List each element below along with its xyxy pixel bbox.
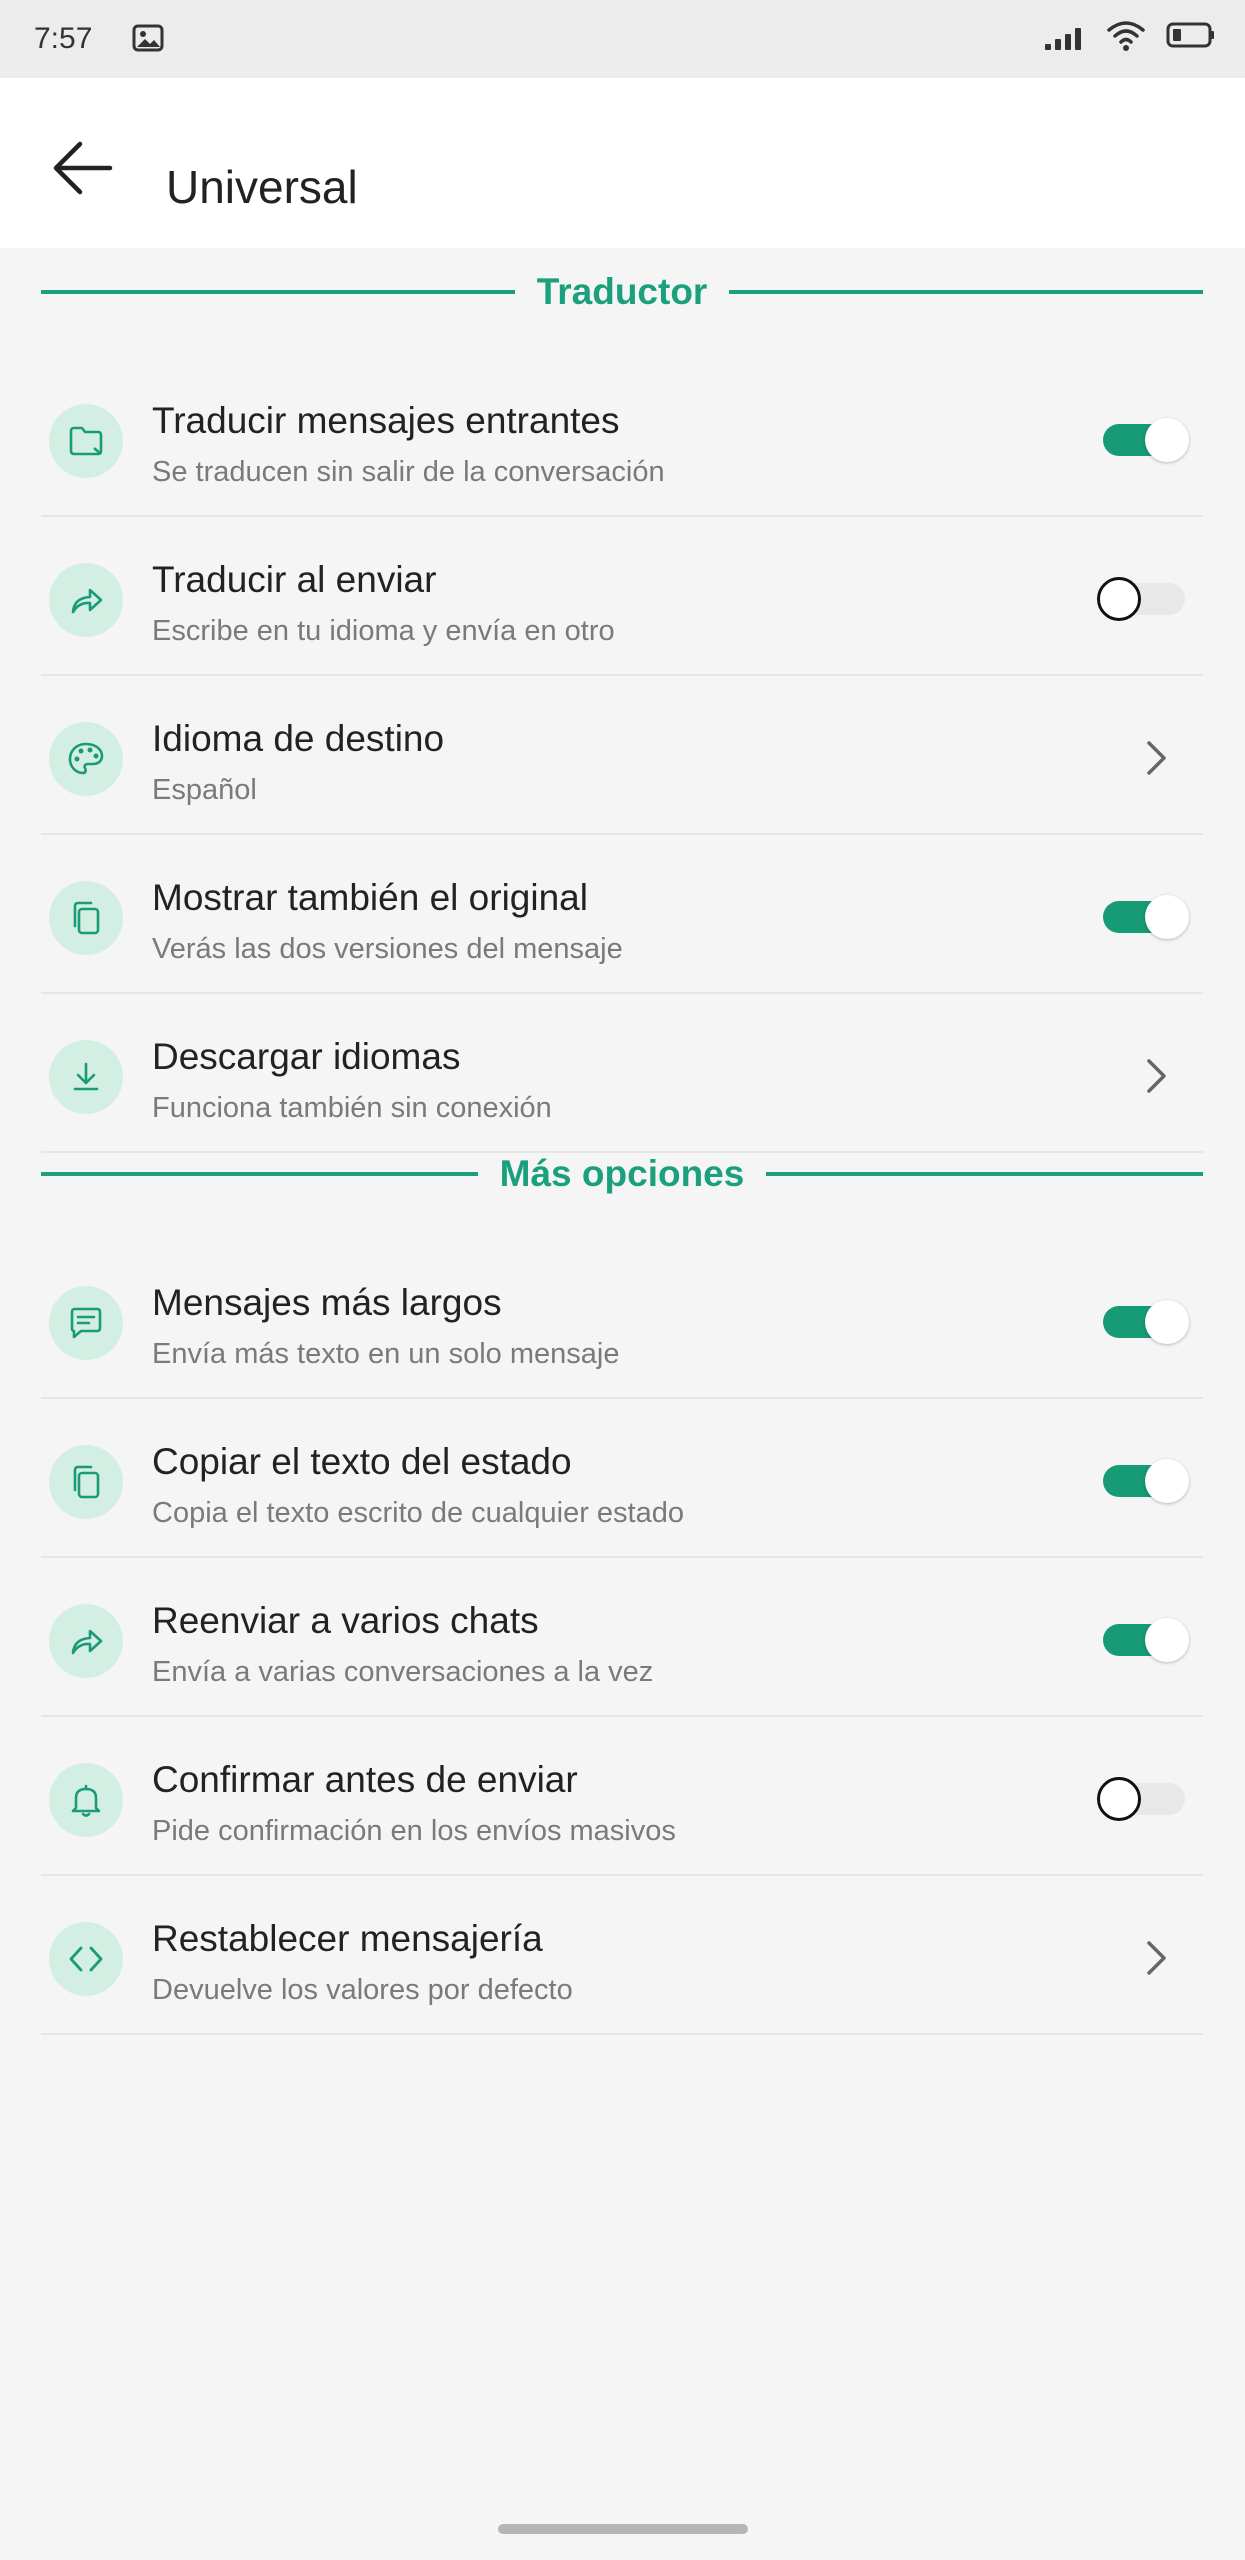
setting-subtitle: Pide confirmación en los envíos masivos [152,1815,676,1847]
setting-show-original[interactable]: Mostrar también el original Verás las do… [41,835,1203,994]
setting-title: Idioma de destino [152,718,445,759]
toggle-switch[interactable] [1099,418,1189,462]
home-indicator[interactable] [498,2524,748,2534]
status-bar: 7:57 [0,0,1245,78]
setting-subtitle: Verás las dos versiones del mensaje [152,933,623,965]
setting-translate-incoming[interactable]: Traducir mensajes entrantes Se traducen … [41,358,1203,517]
setting-forward-multiple[interactable]: Reenviar a varios chats Envía a varias c… [41,1558,1203,1717]
app-bar: Universal [0,78,1245,248]
setting-confirm-before-send[interactable]: Confirmar antes de enviar Pide confirmac… [41,1717,1203,1876]
toggle-switch[interactable] [1099,1459,1189,1503]
page-title: Universal [166,161,358,213]
setting-title: Copiar el texto del estado [152,1441,572,1482]
setting-title: Confirmar antes de enviar [152,1759,578,1800]
chevron-right-icon [1147,741,1166,775]
download-icon [49,1040,123,1114]
toggle-switch[interactable] [1099,1618,1189,1662]
code-icon [49,1922,123,1996]
section-header-traductor: Traductor [41,260,1204,324]
chevron-right-icon [1147,1059,1166,1093]
setting-title: Mensajes más largos [152,1282,502,1323]
battery-icon [1166,22,1214,48]
setting-copy-status-text[interactable]: Copiar el texto del estado Copia el text… [41,1399,1203,1558]
setting-title: Traducir mensajes entrantes [152,400,620,441]
toggle-switch[interactable] [1097,1777,1187,1821]
copy-icon [49,881,123,955]
palette-icon [49,722,123,796]
setting-title: Traducir al enviar [152,559,437,600]
setting-title: Reenviar a varios chats [152,1600,539,1641]
setting-target-language[interactable]: Idioma de destino Español [41,676,1203,835]
setting-title: Descargar idiomas [152,1036,461,1077]
back-button[interactable] [40,125,126,211]
setting-download-languages[interactable]: Descargar idiomas Funciona también sin c… [41,994,1203,1153]
message-icon [49,1286,123,1360]
setting-value: Español [152,774,257,806]
status-time: 7:57 [34,22,93,55]
signal-icon [1045,28,1081,50]
setting-subtitle: Escribe en tu idioma y envía en otro [152,615,615,647]
arrow-left-icon [53,141,113,195]
setting-subtitle: Devuelve los valores por defecto [152,1974,573,2006]
setting-translate-on-send[interactable]: Traducir al enviar Escribe en tu idioma … [41,517,1203,676]
divider [729,290,1204,294]
setting-title: Mostrar también el original [152,877,588,918]
divider [41,1172,478,1176]
wifi-icon [1107,21,1145,51]
share-arrow-icon [49,563,123,637]
section-title: Traductor [536,271,708,312]
setting-subtitle: Copia el texto escrito de cualquier esta… [152,1497,684,1529]
section-header-mas-opciones: Más opciones [41,1142,1203,1206]
share-arrow-icon [49,1604,123,1678]
setting-subtitle: Funciona también sin conexión [152,1092,552,1124]
setting-subtitle: Envía más texto en un solo mensaje [152,1338,620,1370]
folder-icon [49,404,123,478]
setting-subtitle: Envía a varias conversaciones a la vez [152,1656,654,1688]
image-icon [132,24,164,52]
toggle-switch[interactable] [1099,1300,1189,1344]
setting-longer-messages[interactable]: Mensajes más largos Envía más texto en u… [41,1240,1203,1399]
divider [41,290,515,294]
toggle-switch[interactable] [1097,577,1187,621]
setting-subtitle: Se traducen sin salir de la conversación [152,456,665,488]
divider [766,1172,1203,1176]
bell-icon [49,1763,123,1837]
setting-title: Restablecer mensajería [152,1918,543,1959]
section-title: Más opciones [499,1153,745,1194]
chevron-right-icon [1147,1941,1166,1975]
copy-icon [49,1445,123,1519]
toggle-switch[interactable] [1099,895,1189,939]
setting-reset-messaging[interactable]: Restablecer mensajería Devuelve los valo… [41,1876,1203,2035]
